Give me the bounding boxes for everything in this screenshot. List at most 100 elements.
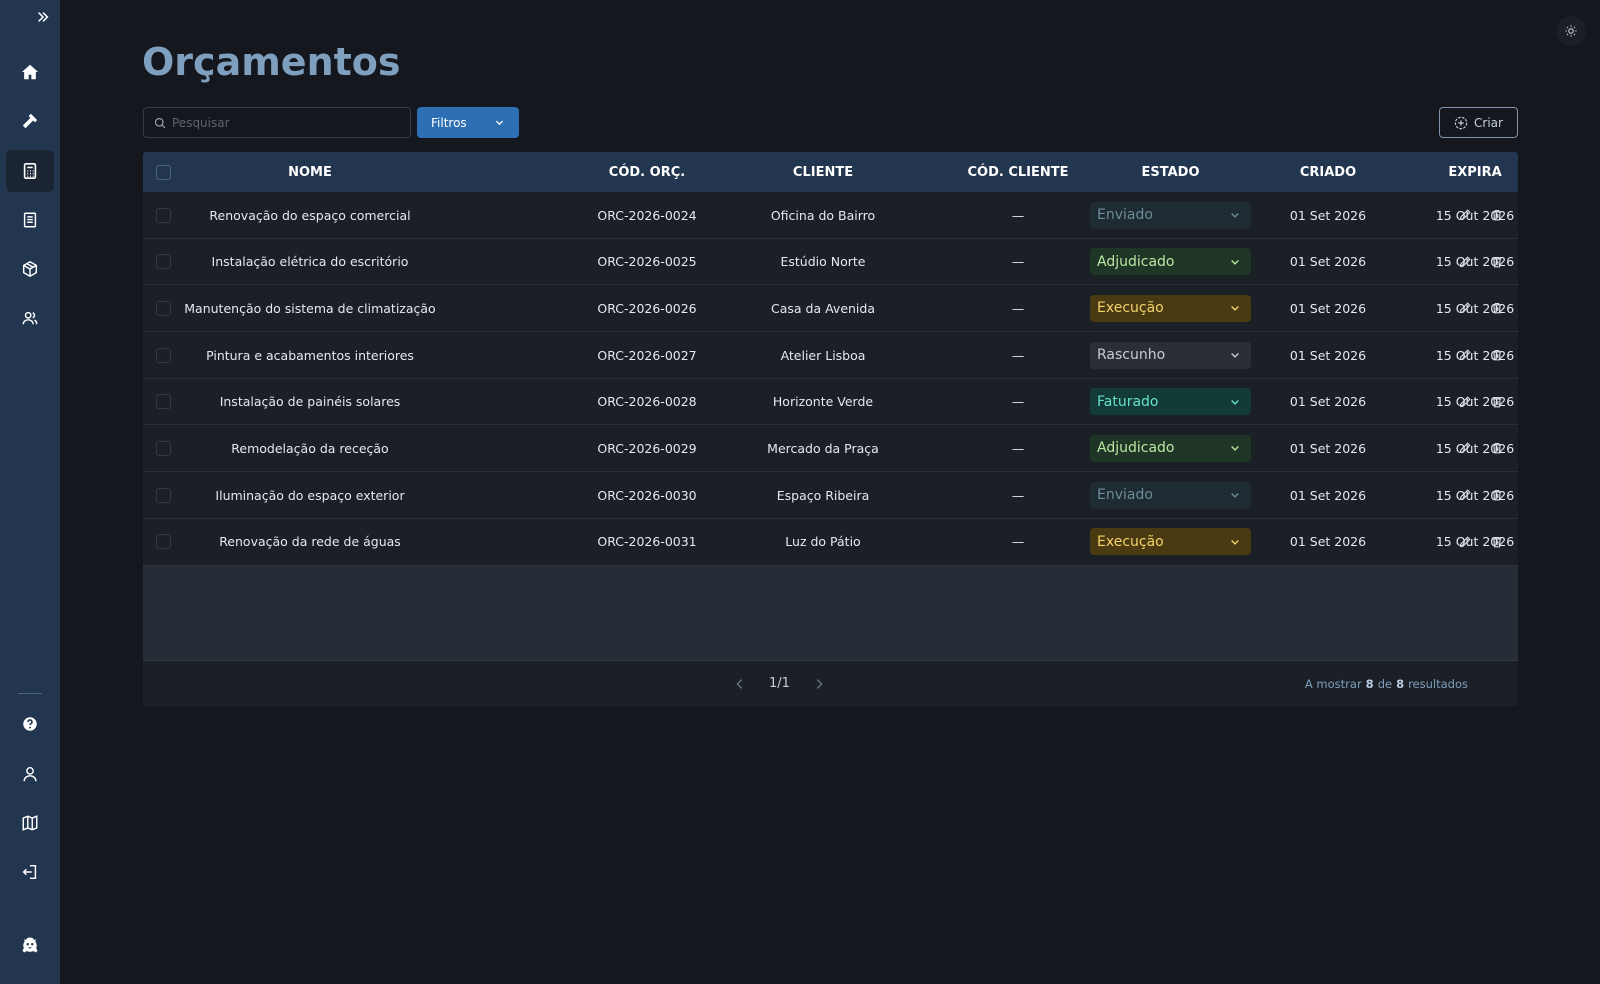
- cell-estado: Rascunho: [1090, 332, 1251, 378]
- chevron-down-icon: [1231, 353, 1239, 358]
- delete-button[interactable]: [1490, 348, 1504, 362]
- row-select-cell: [151, 332, 175, 378]
- column-header-estado[interactable]: ESTADO: [1090, 152, 1251, 192]
- pencil-icon: [1460, 209, 1471, 220]
- delete-button[interactable]: [1490, 255, 1504, 269]
- cell-estado: Adjudicado: [1090, 239, 1251, 285]
- row-checkbox[interactable]: [155, 300, 171, 316]
- row-select-cell: [151, 285, 175, 331]
- map-icon: [22, 815, 38, 831]
- cell-criado: 01 Set 2026: [1289, 394, 1367, 410]
- column-header-criado[interactable]: CRIADO: [1258, 152, 1398, 192]
- table-row[interactable]: Instalação de painéis solares ORC-2026-00…: [143, 378, 1518, 426]
- sidebar-item-profile[interactable]: [6, 753, 54, 795]
- next-page-button[interactable]: [812, 677, 826, 691]
- sidebar-item-tools[interactable]: [6, 100, 54, 142]
- delete-button[interactable]: [1490, 488, 1504, 502]
- status-select[interactable]: Execução: [1090, 294, 1251, 322]
- row-checkbox[interactable]: [155, 534, 171, 550]
- status-select[interactable]: Rascunho: [1090, 341, 1251, 369]
- results-total: 8: [1396, 676, 1405, 691]
- edit-button[interactable]: [1458, 488, 1472, 502]
- sidebar-item-map[interactable]: [6, 802, 54, 844]
- row-actions: [1441, 285, 1521, 331]
- edit-button[interactable]: [1458, 301, 1472, 315]
- cell-cliente: Oficina do Bairro: [770, 207, 876, 223]
- sidebar-item-budgets[interactable]: [6, 150, 54, 192]
- status-select[interactable]: Enviado: [1090, 481, 1251, 509]
- status-select[interactable]: Enviado: [1090, 201, 1251, 229]
- expand-sidebar-icon[interactable]: [30, 6, 56, 28]
- results-of: de: [1377, 676, 1393, 691]
- cell-nome: Remodelação da receção: [231, 440, 389, 456]
- sidebar-item-clients[interactable]: [6, 297, 54, 339]
- edit-button[interactable]: [1458, 535, 1472, 549]
- delete-button[interactable]: [1490, 535, 1504, 549]
- row-select-cell: [151, 239, 175, 285]
- row-checkbox[interactable]: [155, 394, 171, 410]
- sidebar-item-help[interactable]: [6, 703, 54, 745]
- box-icon: [22, 260, 38, 278]
- table-body: Renovação do espaço comercial ORC-2026-00…: [143, 192, 1518, 566]
- filters-button[interactable]: Filtros: [417, 107, 519, 138]
- column-header-cod-cliente[interactable]: CÓD. CLIENTE: [943, 152, 1093, 192]
- table-row[interactable]: Iluminação do espaço exterior ORC-2026-00…: [143, 472, 1518, 519]
- column-header-cliente[interactable]: CLIENTE: [743, 152, 903, 192]
- table-row[interactable]: Renovação da rede de águas ORC-2026-0031 L…: [143, 518, 1518, 566]
- cell-cliente: Espaço Ribeira: [776, 487, 870, 503]
- status-label: Execução: [1097, 300, 1164, 317]
- table-row[interactable]: Pintura e acabamentos interiores ORC-2026…: [143, 332, 1518, 379]
- select-all-checkbox[interactable]: [155, 164, 171, 180]
- previous-page-button[interactable]: [733, 677, 747, 691]
- edit-button[interactable]: [1458, 208, 1472, 222]
- edit-button[interactable]: [1458, 395, 1472, 409]
- sidebar-item-home[interactable]: [6, 51, 54, 93]
- sidebar-item-products[interactable]: [6, 248, 54, 290]
- edit-button[interactable]: [1458, 255, 1472, 269]
- row-checkbox[interactable]: [155, 207, 171, 223]
- status-select[interactable]: Adjudicado: [1090, 248, 1251, 276]
- cell-cod-cliente: —: [1011, 254, 1025, 270]
- theme-toggle-button[interactable]: [1556, 16, 1586, 46]
- status-label: Adjudicado: [1097, 253, 1175, 270]
- row-checkbox[interactable]: [155, 347, 171, 363]
- column-header-cod-orc[interactable]: CÓD. ORÇ.: [577, 152, 717, 192]
- column-header-nome[interactable]: NOME: [178, 152, 442, 192]
- cell-criado: 01 Set 2026: [1289, 254, 1367, 270]
- delete-button[interactable]: [1490, 208, 1504, 222]
- table-row[interactable]: Instalação elétrica do escritório ORC-202…: [143, 238, 1518, 286]
- table-row[interactable]: Renovação do espaço comercial ORC-2026-00…: [143, 192, 1518, 239]
- budgets-table: NOME CÓD. ORÇ. CLIENTE CÓD. CLIENTE ESTA…: [143, 152, 1518, 706]
- delete-button[interactable]: [1490, 441, 1504, 455]
- sun-icon: [1565, 25, 1577, 37]
- table-row[interactable]: Remodelação da receção ORC-2026-0029 Merca…: [143, 425, 1518, 473]
- cell-estado: Execução: [1090, 519, 1251, 565]
- sidebar-item-documents[interactable]: [6, 199, 54, 241]
- delete-button[interactable]: [1490, 395, 1504, 409]
- search-box[interactable]: [143, 107, 411, 138]
- row-checkbox[interactable]: [155, 487, 171, 503]
- table-row[interactable]: Manutenção do sistema de climatização ORC…: [143, 285, 1521, 333]
- chevron-down-icon: [1231, 539, 1239, 545]
- sidebar-divider: [18, 693, 42, 694]
- chevron-down-icon: [1231, 213, 1239, 218]
- row-checkbox[interactable]: [155, 440, 171, 456]
- edit-button[interactable]: [1458, 441, 1472, 455]
- status-label: Faturado: [1097, 393, 1159, 410]
- status-select[interactable]: Adjudicado: [1090, 434, 1251, 462]
- chevron-left-icon: [736, 678, 743, 689]
- status-label: Execução: [1097, 533, 1164, 550]
- status-select[interactable]: Execução: [1090, 528, 1251, 556]
- edit-button[interactable]: [1458, 348, 1472, 362]
- row-select-cell: [151, 192, 175, 238]
- cell-cod-cliente: —: [1011, 394, 1025, 410]
- status-select[interactable]: Faturado: [1090, 388, 1251, 416]
- delete-button[interactable]: [1490, 301, 1504, 315]
- search-input[interactable]: [172, 115, 392, 130]
- create-button[interactable]: Criar: [1439, 107, 1518, 138]
- create-label: Criar: [1474, 115, 1503, 130]
- results-summary: A mostrar 8 de 8 resultados: [1305, 661, 1468, 707]
- sidebar-item-logout[interactable]: [6, 851, 54, 893]
- column-header-expira[interactable]: EXPIRA: [1405, 152, 1545, 192]
- row-checkbox[interactable]: [155, 254, 171, 270]
